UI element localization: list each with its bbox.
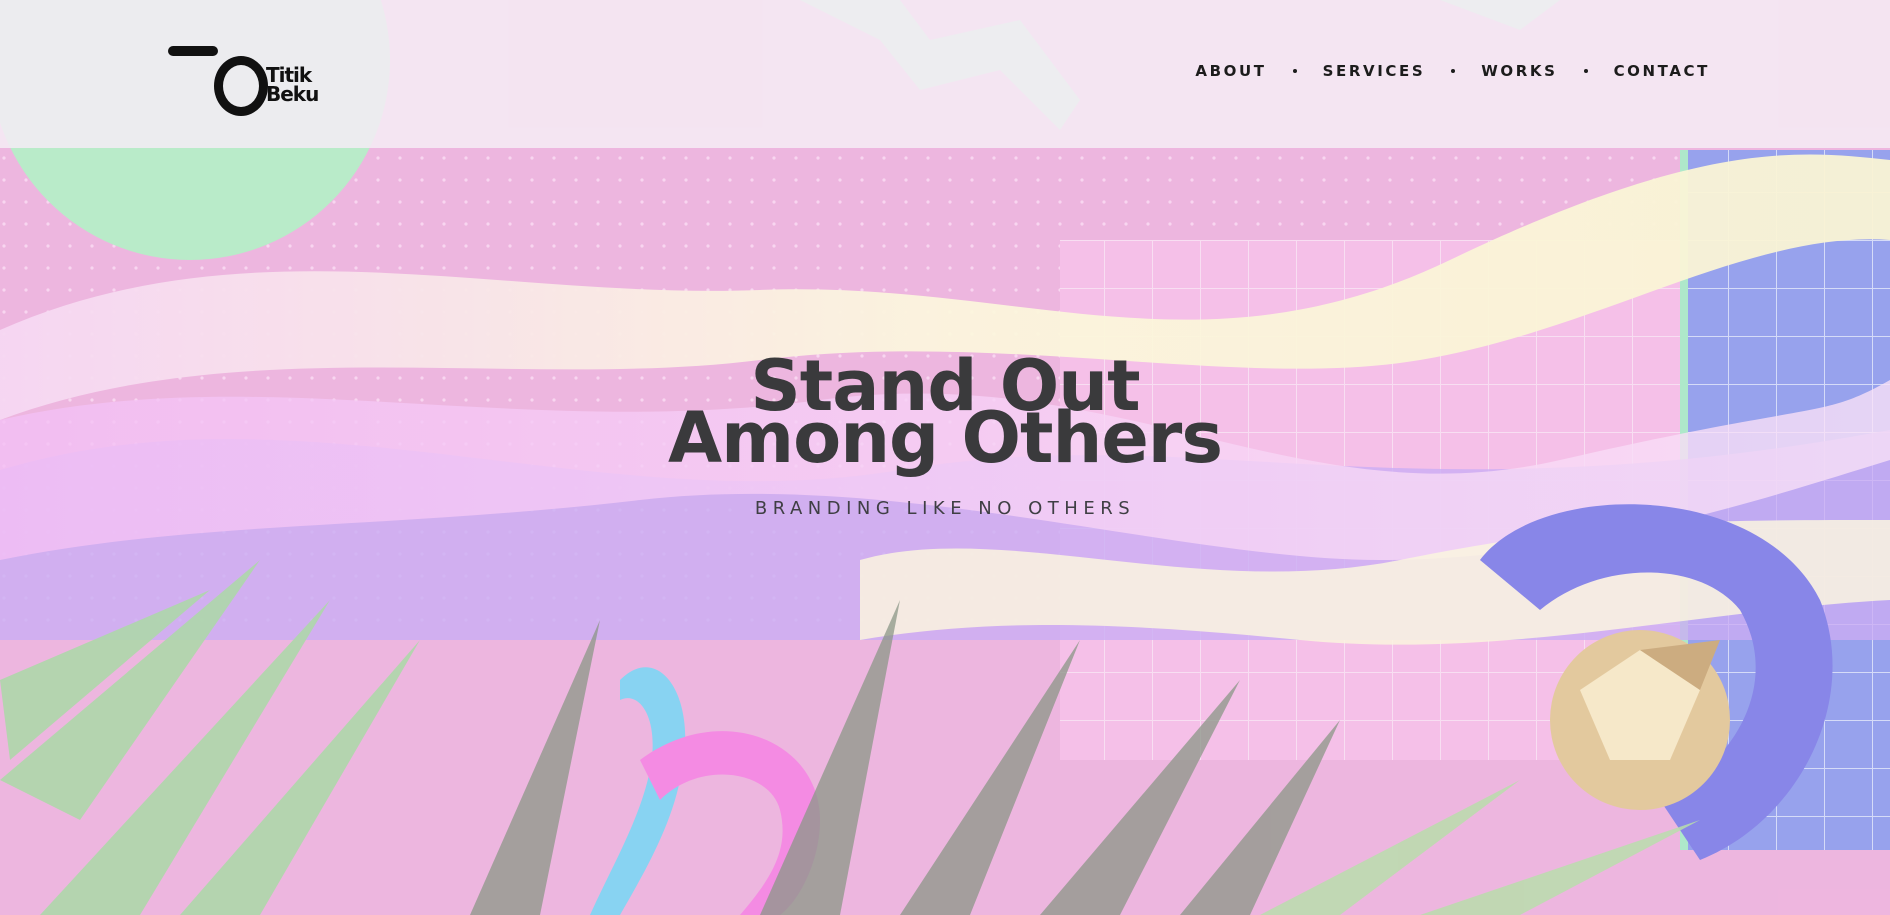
logo-wordmark: Titik Beku [266,65,319,106]
nav-separator-dot [1583,69,1588,73]
nav-separator-dot [1292,69,1297,73]
logo-bar-mark [168,46,218,56]
nav-works-link[interactable]: WORKS [1481,62,1557,80]
hero-subtitle: BRANDING LIKE NO OTHERS [754,498,1136,519]
hero-section: Stand Out Among Others BRANDING LIKE NO … [0,351,1890,519]
nav-services-link[interactable]: SERVICES [1323,62,1426,80]
brand-logo[interactable]: Titik Beku [168,44,328,116]
nav-separator-dot [1451,69,1456,73]
logo-line-2: Beku [266,82,319,106]
hero-title-line-2: Among Others [668,397,1223,479]
logo-ring-mark [214,56,268,116]
site-header: Titik Beku ABOUT SERVICES WORKS CONTACT [0,0,1890,148]
nav-about-link[interactable]: ABOUT [1195,62,1266,80]
hero-title: Stand Out Among Others [0,351,1890,479]
main-nav: ABOUT SERVICES WORKS CONTACT [1195,62,1710,80]
landing-page: Titik Beku ABOUT SERVICES WORKS CONTACT … [0,0,1890,915]
nav-contact-link[interactable]: CONTACT [1614,62,1710,80]
